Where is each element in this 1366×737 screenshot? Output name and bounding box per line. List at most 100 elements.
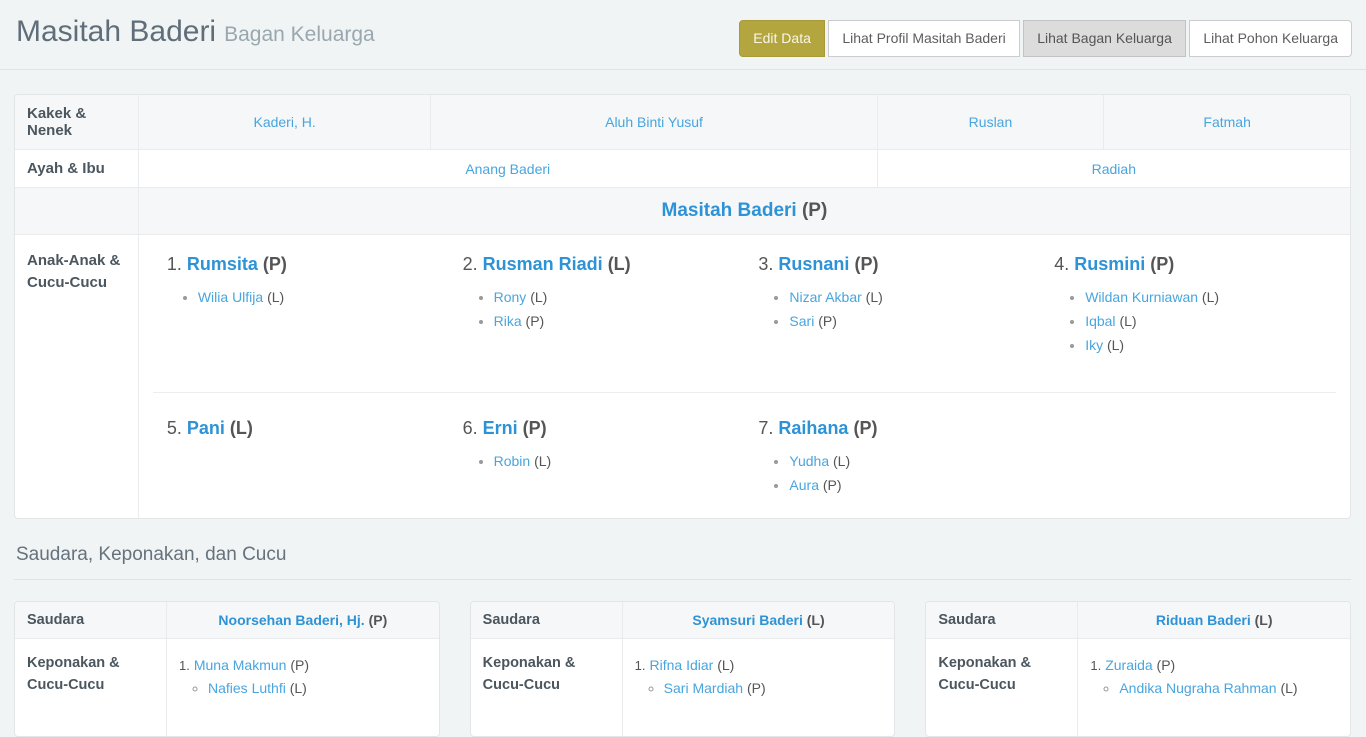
- person-row-spacer: [15, 187, 138, 234]
- gender-label: (L): [1107, 337, 1124, 353]
- person-cell: Masitah Baderi (P): [138, 187, 1350, 234]
- child-block: 2.Rusman Riadi (L) Rony (L) Rika (P): [449, 252, 745, 368]
- child-block-empty: [1040, 416, 1336, 504]
- sibling-name-row: Saudara Riduan Baderi (L): [926, 602, 1350, 638]
- child-name-link[interactable]: Rusman Riadi: [483, 254, 603, 274]
- gender-label: (L): [1202, 289, 1219, 305]
- gender-label: (P): [1157, 657, 1176, 673]
- sibling-table: Saudara Syamsuri Baderi (L) Keponakan & …: [470, 601, 896, 737]
- grandchild-item: Rika (P): [494, 313, 731, 329]
- gender-label: (P): [823, 477, 842, 493]
- grandparent-link[interactable]: Fatmah: [1203, 114, 1250, 130]
- grandparents-label: Kakek & Nenek: [15, 95, 138, 149]
- child-number: 2.: [463, 254, 478, 274]
- child-number: 3.: [758, 254, 773, 274]
- grandchild-link[interactable]: Wilia Ulfija: [198, 289, 263, 305]
- gender-label: (P): [747, 680, 766, 696]
- sibling-name-link[interactable]: Noorsehan Baderi, Hj.: [218, 612, 364, 628]
- sibling-column: Saudara Syamsuri Baderi (L) Keponakan & …: [470, 601, 896, 737]
- page-subtitle: Bagan Keluarga: [224, 23, 375, 46]
- grandparents-row: Kakek & Nenek Kaderi, H. Aluh Binti Yusu…: [15, 95, 1350, 149]
- gender-label: (L): [534, 453, 551, 469]
- child-name-link[interactable]: Rumsita: [187, 254, 258, 274]
- nephews-label: Keponakan & Cucu-Cucu: [15, 638, 166, 736]
- grandchild-link[interactable]: Rony: [494, 289, 527, 305]
- children-grid-row: 5.Pani (L) 6.Erni (P) Robin (L): [153, 416, 1336, 504]
- nephew-item: 1. Zuraida (P) Andika Nugraha Rahman (L): [1090, 657, 1338, 696]
- grandchild-link[interactable]: Yudha: [789, 453, 829, 469]
- gender-label: (P): [802, 200, 827, 221]
- nephew-number: 1.: [1090, 658, 1101, 673]
- grandchild-link[interactable]: Wildan Kurniawan: [1085, 289, 1198, 305]
- child-name-link[interactable]: Pani: [187, 418, 225, 438]
- gender-label: (P): [854, 254, 878, 274]
- nephew-link[interactable]: Muna Makmun: [194, 657, 287, 673]
- child-name-link[interactable]: Rusnani: [778, 254, 849, 274]
- grandchild-link[interactable]: Sari: [789, 313, 814, 329]
- grandchild-item: Iqbal (L): [1085, 313, 1322, 329]
- nephew-link[interactable]: Zuraida: [1105, 657, 1152, 673]
- nephew-child-link[interactable]: Nafies Luthfi: [208, 680, 286, 696]
- grandparent-link[interactable]: Aluh Binti Yusuf: [605, 114, 703, 130]
- child-name-link[interactable]: Rusmini: [1074, 254, 1145, 274]
- nephew-item: 1. Muna Makmun (P) Nafies Luthfi (L): [179, 657, 427, 696]
- nephew-child-item: Nafies Luthfi (L): [208, 680, 427, 696]
- gender-label: (L): [267, 289, 284, 305]
- grandchild-link[interactable]: Aura: [789, 477, 819, 493]
- grandchild-item: Wilia Ulfija (L): [198, 289, 435, 305]
- nephews-label: Keponakan & Cucu-Cucu: [471, 638, 622, 736]
- nephews-row: Keponakan & Cucu-Cucu 1. Zuraida (P) Andi…: [926, 638, 1350, 736]
- grandchild-link[interactable]: Robin: [494, 453, 531, 469]
- sibling-label: Saudara: [471, 602, 622, 638]
- grandparent-link[interactable]: Kaderi, H.: [253, 114, 315, 130]
- view-bagan-button[interactable]: Lihat Bagan Keluarga: [1023, 20, 1186, 57]
- child-number: 7.: [758, 418, 773, 438]
- grandchildren-list: Wildan Kurniawan (L) Iqbal (L) Iky (L): [1054, 289, 1322, 353]
- edit-data-button[interactable]: Edit Data: [739, 20, 825, 57]
- sibling-name-link[interactable]: Syamsuri Baderi: [692, 612, 803, 628]
- main-content: Kakek & Nenek Kaderi, H. Aluh Binti Yusu…: [0, 94, 1366, 737]
- grandchild-item: Iky (L): [1085, 337, 1322, 353]
- child-name-link[interactable]: Erni: [483, 418, 518, 438]
- child-heading: 1.Rumsita (P): [167, 252, 435, 276]
- nephew-number: 1.: [179, 658, 190, 673]
- sibling-table: Saudara Noorsehan Baderi, Hj. (P) Kepona…: [14, 601, 440, 737]
- sibling-tables: Saudara Noorsehan Baderi, Hj. (P) Kepona…: [14, 601, 1351, 737]
- child-number: 4.: [1054, 254, 1069, 274]
- nephews-label: Keponakan & Cucu-Cucu: [926, 638, 1077, 736]
- parent-link[interactable]: Anang Baderi: [465, 161, 550, 177]
- grandchild-item: Yudha (L): [789, 453, 1026, 469]
- child-block: 7.Raihana (P) Yudha (L) Aura (P): [744, 416, 1040, 504]
- grandchild-link[interactable]: Nizar Akbar: [789, 289, 861, 305]
- grandparent-link[interactable]: Ruslan: [969, 114, 1013, 130]
- grandchild-item: Aura (P): [789, 477, 1026, 493]
- gender-label: (L): [290, 680, 307, 696]
- parents-label: Ayah & Ibu: [15, 149, 138, 187]
- sibling-label: Saudara: [926, 602, 1077, 638]
- nephew-child-item: Sari Mardiah (P): [664, 680, 883, 696]
- view-pohon-button[interactable]: Lihat Pohon Keluarga: [1189, 20, 1352, 57]
- grandchild-link[interactable]: Iqbal: [1085, 313, 1115, 329]
- nephew-child-item: Andika Nugraha Rahman (L): [1119, 680, 1338, 696]
- grandparent-cell: Aluh Binti Yusuf: [430, 95, 876, 149]
- grandchild-link[interactable]: Rika: [494, 313, 522, 329]
- grandchildren-list: Yudha (L) Aura (P): [758, 453, 1026, 493]
- parent-link[interactable]: Radiah: [1092, 161, 1136, 177]
- gender-label: (L): [530, 289, 547, 305]
- nephew-link[interactable]: Rifna Idiar: [650, 657, 714, 673]
- child-number: 5.: [167, 418, 182, 438]
- nephew-child-link[interactable]: Sari Mardiah: [664, 680, 743, 696]
- gender-label: (L): [1280, 680, 1297, 696]
- view-profile-button[interactable]: Lihat Profil Masitah Baderi: [828, 20, 1019, 57]
- gender-label: (P): [290, 657, 309, 673]
- sibling-name-link[interactable]: Riduan Baderi: [1156, 612, 1251, 628]
- grandchild-link[interactable]: Iky: [1085, 337, 1103, 353]
- parent-cell: Anang Baderi: [138, 149, 877, 187]
- gender-label: (P): [523, 418, 547, 438]
- sibling-column: Saudara Noorsehan Baderi, Hj. (P) Kepona…: [14, 601, 440, 737]
- nephew-child-link[interactable]: Andika Nugraha Rahman: [1119, 680, 1276, 696]
- child-name-link[interactable]: Raihana: [778, 418, 848, 438]
- grandchildren-list: Rony (L) Rika (P): [463, 289, 731, 329]
- nephew-children-list: Nafies Luthfi (L): [179, 680, 427, 696]
- person-name-link[interactable]: Masitah Baderi: [662, 200, 797, 221]
